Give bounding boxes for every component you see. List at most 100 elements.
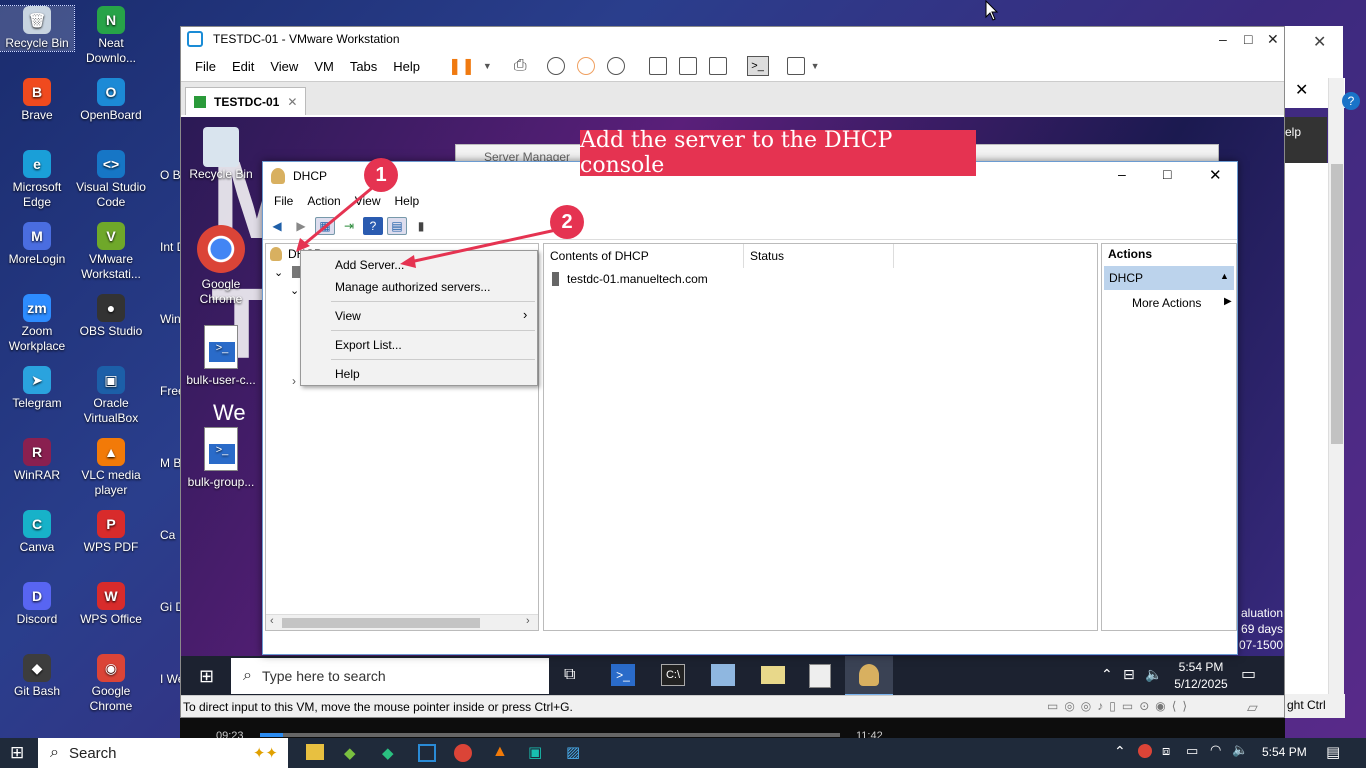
menu-help[interactable]: Help: [388, 194, 427, 208]
console-icon[interactable]: >_: [746, 56, 769, 76]
vmware-icon[interactable]: [418, 744, 436, 762]
dropdown-icon[interactable]: ▼: [483, 61, 492, 71]
task-view-icon[interactable]: ⧉: [564, 666, 575, 684]
close-icon[interactable]: ✕: [1313, 32, 1326, 52]
snapshot-icon[interactable]: [546, 57, 565, 75]
host-clock[interactable]: 5:54 PM: [1262, 745, 1307, 759]
chrome-tray-icon[interactable]: [1138, 744, 1152, 758]
collapse-icon[interactable]: ▲: [1220, 271, 1229, 281]
desktop-icon[interactable]: ● OBS Studio: [74, 294, 148, 339]
menu-file[interactable]: File: [267, 194, 300, 208]
desktop-icon[interactable]: R WinRAR: [0, 438, 74, 483]
menu-edit[interactable]: Edit: [224, 59, 262, 74]
forward-arrow-icon[interactable]: ▶: [291, 217, 311, 235]
host-search-box[interactable]: ⌕ Search ✦✦: [38, 738, 288, 768]
horizontal-scrollbar[interactable]: ‹ ›: [266, 614, 538, 630]
scrollbar-thumb[interactable]: [1331, 164, 1343, 444]
guest-search-box[interactable]: ⌕ Type here to search: [231, 658, 549, 694]
desktop-icon[interactable]: N Neat Downlo...: [74, 6, 148, 66]
git-icon[interactable]: ◆: [382, 744, 394, 762]
menu-vm[interactable]: VM: [306, 59, 342, 74]
notification-icon[interactable]: ▭: [1241, 664, 1256, 684]
menu-item-help[interactable]: Help: [335, 367, 360, 381]
menu-view[interactable]: View: [262, 59, 306, 74]
menu-action[interactable]: Action: [300, 194, 347, 208]
notepad-icon[interactable]: [809, 664, 831, 688]
volume-icon[interactable]: 🔈: [1145, 666, 1162, 683]
wifi-icon[interactable]: ◠: [1210, 742, 1221, 758]
fullscreen-icon[interactable]: [708, 57, 727, 75]
stretch-icon[interactable]: [786, 57, 805, 75]
desktop-icon[interactable]: C Canva: [0, 510, 74, 555]
desktop-icon[interactable]: D Discord: [0, 582, 74, 627]
close-icon[interactable]: ✕: [1209, 166, 1222, 184]
desktop-icon[interactable]: M MoreLogin: [0, 222, 74, 267]
chevron-down-icon[interactable]: ⌄: [274, 266, 283, 279]
help-icon[interactable]: ?: [363, 216, 383, 235]
dhcp-taskbar-item[interactable]: [845, 656, 893, 695]
desktop-icon[interactable]: V VMware Workstati...: [74, 222, 148, 282]
desktop-icon[interactable]: P WPS PDF: [74, 510, 148, 555]
menu-item-view[interactable]: View: [335, 309, 361, 323]
desktop-icon[interactable]: ▲ VLC media player: [74, 438, 148, 498]
back-arrow-icon[interactable]: ◀: [267, 217, 287, 235]
desktop-icon[interactable]: zm Zoom Workplace: [0, 294, 74, 354]
guest-bulk-group[interactable]: >_ bulk-group...: [181, 427, 261, 489]
desktop-icon[interactable]: O OpenBoard: [74, 78, 148, 123]
menu-view[interactable]: View: [348, 194, 388, 208]
desktop-icon[interactable]: B Brave: [0, 78, 74, 123]
volume-icon[interactable]: 🔈: [1232, 742, 1248, 758]
scrollbar-thumb[interactable]: [282, 618, 480, 628]
menu-item-add-server[interactable]: Add Server...: [335, 258, 404, 272]
menu-help[interactable]: Help: [385, 59, 428, 74]
app-icon[interactable]: ▨: [566, 743, 580, 761]
battery-icon[interactable]: ▭: [1186, 743, 1198, 759]
chrome-icon[interactable]: [454, 744, 472, 762]
scroll-right-icon[interactable]: ›: [526, 615, 530, 627]
desktop-icon[interactable]: ◉ Google Chrome: [74, 654, 148, 714]
maximize-icon[interactable]: □: [1163, 166, 1171, 182]
desktop-icon[interactable]: e Microsoft Edge: [0, 150, 74, 210]
export-icon[interactable]: ⇥: [339, 217, 359, 235]
dropdown-icon[interactable]: ▼: [811, 61, 820, 71]
menu-item-export-list[interactable]: Export List...: [335, 338, 402, 352]
desktop-icon[interactable]: ▣ Oracle VirtualBox: [74, 366, 148, 426]
video-progress-track[interactable]: [260, 733, 840, 737]
menu-tabs[interactable]: Tabs: [342, 59, 385, 74]
vlc-icon[interactable]: ▲: [492, 743, 508, 761]
server-manager-icon[interactable]: [711, 664, 735, 686]
guest-chrome[interactable]: Google Chrome: [181, 225, 261, 307]
close-icon[interactable]: ✕: [287, 95, 297, 109]
tab-testdc-01[interactable]: TESTDC-01 ✕: [185, 87, 307, 115]
minimize-icon[interactable]: –: [1219, 31, 1227, 47]
minimize-icon[interactable]: –: [1118, 166, 1126, 182]
menu-file[interactable]: File: [187, 59, 224, 74]
chevron-up-icon[interactable]: ⌃: [1114, 743, 1126, 760]
device-icons[interactable]: ▭◎◎♪▯▭⊙◉⟨⟩: [1047, 699, 1193, 713]
revert-snapshot-icon[interactable]: [576, 57, 595, 75]
send-keys-icon[interactable]: ⎙: [514, 57, 527, 75]
app-icon[interactable]: ◆: [344, 744, 356, 762]
list-item[interactable]: testdc-01.manueltech.com: [552, 272, 708, 286]
windows-start-icon[interactable]: ⊞: [199, 666, 214, 687]
guest-clock[interactable]: 5:54 PM 5/12/2025: [1171, 659, 1231, 693]
thumbnail-icon[interactable]: [678, 57, 697, 75]
cmd-icon[interactable]: C:\: [661, 664, 685, 686]
maximize-icon[interactable]: □: [1244, 31, 1252, 47]
close-icon[interactable]: ✕: [1295, 80, 1308, 100]
menu-item-manage-authorized-servers[interactable]: Manage authorized servers...: [335, 280, 490, 294]
close-icon[interactable]: ✕: [1267, 31, 1279, 48]
server-icon[interactable]: ▮: [411, 217, 431, 235]
chevron-up-icon[interactable]: ⌃: [1101, 666, 1113, 683]
file-explorer-icon[interactable]: [761, 666, 785, 684]
desktop-icon[interactable]: <> Visual Studio Code: [74, 150, 148, 210]
column-header-status[interactable]: Status: [744, 244, 894, 268]
actions-section-dhcp[interactable]: DHCP ▲: [1104, 266, 1234, 290]
snapshot-manager-icon[interactable]: [606, 57, 625, 75]
help-icon[interactable]: ?: [1342, 92, 1360, 110]
console-tree-icon[interactable]: ▦: [315, 216, 335, 235]
desktop-icon[interactable]: ➤ Telegram: [0, 366, 74, 411]
powershell-icon[interactable]: >_: [611, 664, 635, 686]
desktop-icon[interactable]: W WPS Office: [74, 582, 148, 627]
action-pane-icon[interactable]: ▤: [387, 216, 407, 235]
